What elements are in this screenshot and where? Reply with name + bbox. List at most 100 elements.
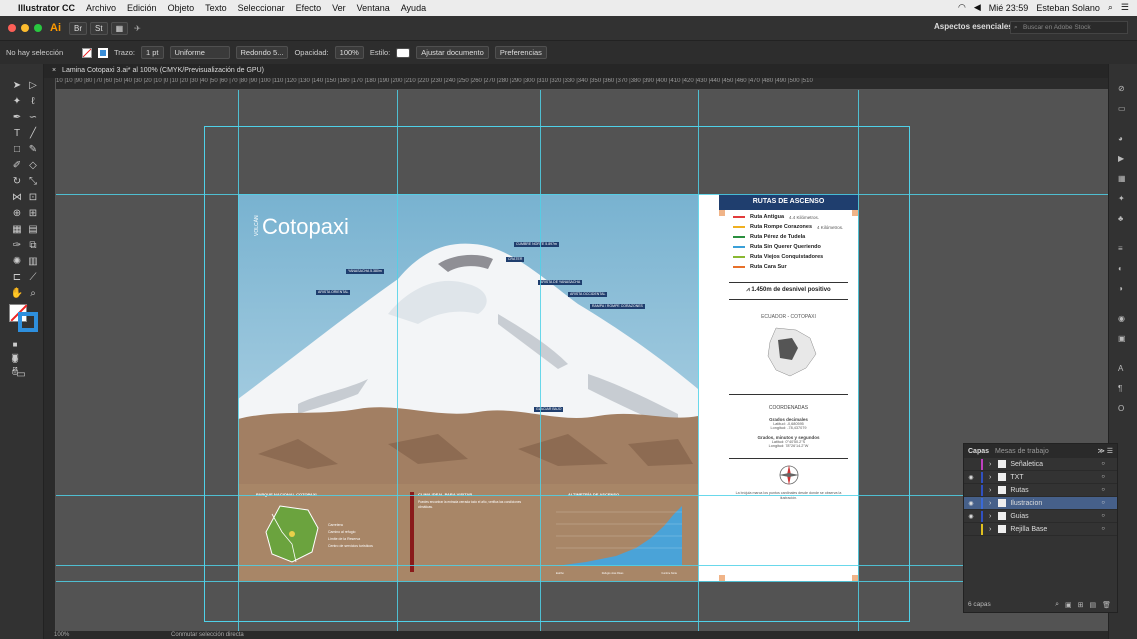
graph-tool-icon[interactable]: ▥ (26, 256, 40, 268)
layer-name[interactable]: TXT (1010, 474, 1023, 481)
variable-width-profile[interactable]: Uniforme (169, 46, 230, 59)
color-icon[interactable]: ◕ (1118, 134, 1123, 143)
layer-row[interactable]: ◉ › TXT ○ (964, 471, 1117, 484)
width-tool-icon[interactable]: ⋈ (10, 192, 24, 204)
blend-icon[interactable]: ⧉ (26, 240, 40, 252)
transparency-icon[interactable]: ◑ (1118, 284, 1123, 293)
document-tab[interactable]: × Lamina Cotopaxi 3.ai* al 100% (CMYK/Pr… (44, 64, 1108, 78)
guide-v-4[interactable] (698, 90, 699, 631)
pencil-icon[interactable]: ✐ (10, 160, 24, 172)
layer-name[interactable]: Ilustracion (1010, 500, 1042, 507)
shape-builder-icon[interactable]: ⊕ (10, 208, 24, 220)
menu-ayuda[interactable]: Ayuda (401, 3, 426, 13)
symbols-icon[interactable]: ♣ (1118, 214, 1123, 223)
guide-v-3[interactable] (540, 90, 541, 631)
menu-archivo[interactable]: Archivo (86, 3, 116, 13)
symbol-sprayer-icon[interactable]: ✺ (10, 256, 24, 268)
layer-row[interactable]: › Rejilla Base ○ (964, 523, 1117, 536)
menu-ventana[interactable]: Ventana (357, 3, 390, 13)
layer-name[interactable]: Rutas (1010, 487, 1028, 494)
stroke-color-box[interactable] (18, 312, 38, 332)
layer-row[interactable]: › Señaletica ○ (964, 458, 1117, 471)
layer-name[interactable]: Guias (1010, 513, 1028, 520)
notification-icon[interactable]: ☰ (1121, 2, 1129, 13)
zoom-level[interactable]: 100% (54, 632, 69, 638)
panel-menu-icon[interactable]: ≫ ☰ (1097, 447, 1113, 455)
arrange-docs-icon[interactable]: ▦ (110, 21, 129, 35)
menu-app-name[interactable]: Illustrator CC (18, 3, 75, 13)
eraser-icon[interactable]: ◇ (26, 160, 40, 172)
preferences-button[interactable]: Preferencias (494, 46, 547, 59)
tab-mesas[interactable]: Mesas de trabajo (995, 448, 1049, 455)
perspective-icon[interactable]: ⊞ (26, 208, 40, 220)
slice-tool-icon[interactable]: ⟋ (26, 272, 40, 284)
bridge-icon[interactable]: Br (69, 21, 87, 35)
line-tool-icon[interactable]: ╱ (26, 128, 40, 140)
graphic-styles-icon[interactable]: ▣ (1118, 334, 1126, 343)
brushes-icon[interactable]: ✦ (1118, 194, 1125, 203)
clock-text[interactable]: Mié 23:59 (989, 3, 1029, 13)
screen-mode-icon[interactable]: ▭ (14, 369, 28, 381)
graphic-style-swatch[interactable] (396, 47, 411, 58)
menu-seleccionar[interactable]: Seleccionar (238, 3, 285, 13)
opacity-field[interactable]: 100% (334, 46, 364, 59)
expand-chevron-icon[interactable]: › (989, 500, 991, 507)
properties-icon[interactable]: ⊘ (1118, 84, 1125, 93)
menu-ver[interactable]: Ver (332, 3, 346, 13)
menu-texto[interactable]: Texto (205, 3, 227, 13)
expand-chevron-icon[interactable]: › (989, 487, 991, 494)
guide-h-2[interactable] (56, 495, 1108, 496)
gpu-icon[interactable]: ✈ (134, 24, 141, 33)
vertical-ruler[interactable] (44, 78, 56, 631)
layer-name[interactable]: Rejilla Base (1010, 526, 1047, 533)
stroke-swatch[interactable] (98, 47, 108, 58)
canvas-area[interactable]: VOLCÁN Cotopaxi CUMBRE NORTE 5.897m CRÁT… (56, 90, 1108, 631)
document-setup-button[interactable]: Ajustar documento (416, 46, 489, 59)
lasso-icon[interactable]: ℓ (26, 96, 40, 108)
scale-icon[interactable]: ⤡ (26, 176, 40, 188)
fill-swatch[interactable] (82, 47, 92, 58)
target-circle-icon[interactable]: ○ (1101, 461, 1105, 467)
color-mode-icons[interactable]: ■ ▣ ⧄ (8, 339, 22, 373)
stock-icon[interactable]: St (90, 21, 108, 35)
target-circle-icon[interactable]: ○ (1101, 526, 1105, 532)
volume-icon[interactable]: ◀ (974, 2, 981, 13)
expand-chevron-icon[interactable]: › (989, 526, 991, 533)
mesh-icon[interactable]: ▦ (10, 224, 24, 236)
expand-chevron-icon[interactable]: › (989, 461, 991, 468)
color-guide-icon[interactable]: ▶ (1118, 154, 1124, 163)
stock-search-input[interactable]: ⌕ Buscar en Adobe Stock (1010, 21, 1128, 34)
rotate-icon[interactable]: ↻ (10, 176, 24, 188)
guide-h-3[interactable] (56, 565, 1108, 566)
menu-efecto[interactable]: Efecto (296, 3, 322, 13)
guide-h-1[interactable] (56, 194, 1108, 195)
stroke-panel-icon[interactable]: ≡ (1118, 244, 1123, 253)
curvature-tool-icon[interactable]: ∽ (26, 112, 40, 124)
guide-h-4[interactable] (56, 581, 1108, 582)
zoom-window-button[interactable] (34, 24, 42, 32)
paintbrush-icon[interactable]: ✎ (26, 144, 40, 156)
target-circle-icon[interactable]: ○ (1101, 474, 1105, 480)
opentype-icon[interactable]: O (1118, 404, 1124, 413)
guide-v-1[interactable] (238, 90, 239, 631)
layer-row[interactable]: ◉ › Guias ○ (964, 510, 1117, 523)
rectangle-tool-icon[interactable]: □ (10, 144, 24, 156)
hand-tool-icon[interactable]: ✋ (10, 288, 24, 300)
guide-v-2[interactable] (397, 90, 398, 631)
eyedropper-icon[interactable]: ✑ (10, 240, 24, 252)
user-name[interactable]: Esteban Solano (1036, 3, 1100, 13)
appearance-icon[interactable]: ◉ (1118, 314, 1125, 323)
routes-panel[interactable]: RUTAS DE ASCENSO Ruta Antigua 4.4 Kilómet… (719, 194, 858, 581)
pen-tool-icon[interactable]: ✒ (10, 112, 24, 124)
poster-illustration[interactable]: VOLCÁN Cotopaxi CUMBRE NORTE 5.897m CRÁT… (238, 194, 698, 581)
locate-object-icon[interactable]: ⌕ (1055, 601, 1059, 609)
close-window-button[interactable] (8, 24, 16, 32)
selection-tool-icon[interactable]: ➤ (10, 80, 24, 92)
target-circle-icon[interactable]: ○ (1101, 513, 1105, 519)
tab-capas[interactable]: Capas (968, 448, 989, 455)
close-tab-icon[interactable]: × (52, 67, 56, 74)
artboard-tool-icon[interactable]: ⊏ (10, 272, 24, 284)
menu-edicion[interactable]: Edición (127, 3, 157, 13)
guide-v-5[interactable] (858, 90, 859, 631)
target-circle-icon[interactable]: ○ (1101, 500, 1105, 506)
